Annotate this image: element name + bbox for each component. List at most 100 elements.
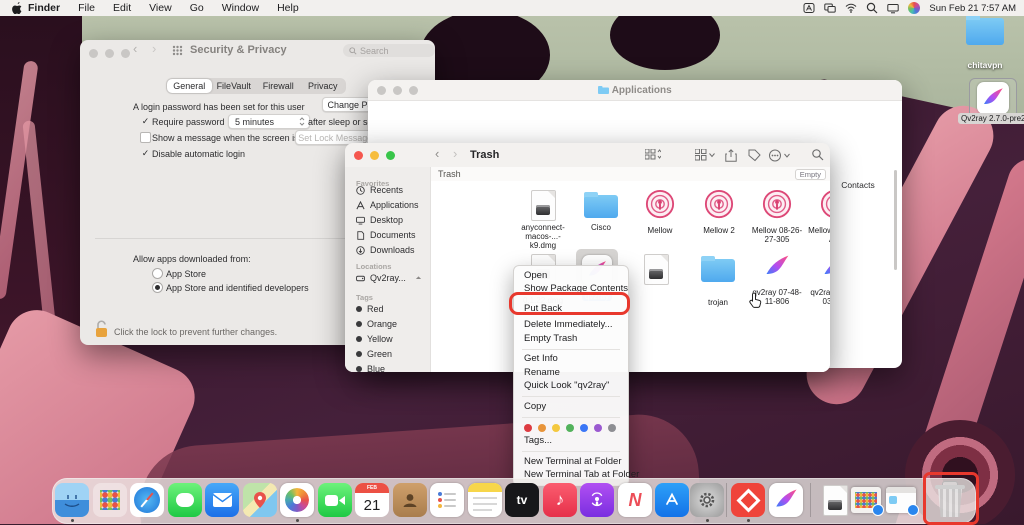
file-item[interactable]: [627, 253, 685, 285]
zoom-button[interactable]: [386, 151, 395, 160]
menu-window[interactable]: Window: [222, 2, 259, 14]
view-options-icon[interactable]: [695, 149, 715, 161]
displays-icon[interactable]: [824, 2, 836, 14]
interval-dropdown[interactable]: 5 minutes: [228, 114, 310, 129]
show-message-checkbox[interactable]: [140, 132, 151, 143]
more-actions-icon[interactable]: [769, 149, 791, 162]
sidebar-item-documents[interactable]: Documents: [356, 230, 416, 240]
window-controls[interactable]: [354, 151, 395, 160]
dock-facetime-icon[interactable]: [318, 483, 352, 517]
dock-qv2ray-icon[interactable]: [769, 483, 803, 517]
file-item[interactable]: Mellow 2: [690, 189, 748, 235]
tab-filevault[interactable]: FileVault: [212, 79, 257, 93]
menu-view[interactable]: View: [149, 2, 172, 14]
menu-item-tags[interactable]: Tags...: [514, 435, 628, 449]
menu-bar-clock[interactable]: Sun Feb 21 7:57 AM: [929, 3, 1016, 14]
menu-item-empty-trash[interactable]: Empty Trash: [514, 332, 628, 346]
group-sort-icon[interactable]: [645, 149, 661, 161]
minimize-button[interactable]: [105, 49, 114, 58]
sidebar-tag-yellow[interactable]: Yellow: [356, 334, 393, 344]
display-mirroring-icon[interactable]: [887, 2, 899, 14]
dock-minimized-window-finder[interactable]: [886, 487, 916, 513]
app-label[interactable]: Contacts: [828, 180, 888, 190]
menu-item-copy[interactable]: Copy: [514, 400, 628, 414]
input-menu-icon[interactable]: [803, 2, 815, 14]
menu-item-quick-look[interactable]: Quick Look "qv2ray": [514, 380, 628, 394]
dock-launchpad-icon[interactable]: [93, 483, 127, 517]
search-field[interactable]: Search: [343, 44, 435, 57]
menu-item-get-info[interactable]: Get Info: [514, 353, 628, 367]
dock-safari-icon[interactable]: [130, 483, 164, 517]
desktop-icon-label[interactable]: chitavpn: [955, 60, 1015, 70]
forward-button[interactable]: ›: [152, 43, 156, 55]
tag-gray[interactable]: [608, 424, 616, 432]
sidebar-tag-red[interactable]: Red: [356, 304, 384, 314]
menu-file[interactable]: File: [78, 2, 95, 14]
siri-icon[interactable]: [908, 2, 920, 14]
minimize-button[interactable]: [370, 151, 379, 160]
tab-general[interactable]: General: [167, 79, 212, 93]
tag-orange[interactable]: [538, 424, 546, 432]
tag-red[interactable]: [524, 424, 532, 432]
menu-item-open[interactable]: Open: [514, 269, 628, 283]
zoom-button[interactable]: [121, 49, 130, 58]
dock-notes-icon[interactable]: [468, 483, 502, 517]
tag-green[interactable]: [566, 424, 574, 432]
dock-minimized-window-apps[interactable]: [851, 487, 881, 513]
sidebar-item-desktop[interactable]: Desktop: [356, 215, 403, 225]
unlocked-padlock-icon[interactable]: [94, 320, 109, 338]
dock-tv-icon[interactable]: tv: [505, 483, 539, 517]
sidebar-tag-green[interactable]: Green: [356, 349, 392, 359]
file-item[interactable]: Mellow 08-26-27-305: [748, 189, 806, 244]
dock-podcasts-icon[interactable]: [580, 483, 614, 517]
tag-blue[interactable]: [580, 424, 588, 432]
share-icon[interactable]: [725, 149, 737, 162]
show-all-icon[interactable]: [172, 45, 183, 56]
file-item[interactable]: Mellow 8.31.26 AM: [806, 189, 830, 244]
menu-go[interactable]: Go: [190, 2, 204, 14]
sidebar-item-downloads[interactable]: Downloads: [356, 245, 415, 255]
file-item[interactable]: Cisco: [572, 189, 630, 232]
menu-edit[interactable]: Edit: [113, 2, 131, 14]
close-button[interactable]: [89, 49, 98, 58]
sidebar-item-qv2ray-volume[interactable]: Qv2ray...: [356, 273, 422, 283]
tag-yellow[interactable]: [552, 424, 560, 432]
dock-calendar-icon[interactable]: FEB21: [355, 483, 389, 517]
back-button[interactable]: ‹: [435, 148, 439, 160]
radio-app-store[interactable]: [152, 268, 163, 279]
require-password-checkbox[interactable]: ✓: [140, 116, 151, 127]
app-menu-finder[interactable]: Finder: [28, 2, 60, 14]
menu-help[interactable]: Help: [277, 2, 299, 14]
back-button[interactable]: ‹: [133, 43, 137, 55]
dock-app-store-icon[interactable]: [655, 483, 689, 517]
tag-purple[interactable]: [594, 424, 602, 432]
close-button[interactable]: [354, 151, 363, 160]
forward-button[interactable]: ›: [453, 148, 457, 160]
file-item[interactable]: qv2ray 07-50-03-692: [806, 253, 830, 306]
sidebar-item-recents[interactable]: Recents: [356, 185, 403, 195]
dock-mail-icon[interactable]: [205, 483, 239, 517]
radio-identified[interactable]: [152, 282, 163, 293]
dock-photos-icon[interactable]: [280, 483, 314, 517]
dock-music-icon[interactable]: ♪: [543, 483, 577, 517]
window-controls[interactable]: [89, 49, 130, 58]
desktop-icon-label-selected[interactable]: Qv2ray 2.7.0-pre2: [958, 113, 1024, 124]
empty-trash-button[interactable]: Empty: [795, 169, 826, 180]
tab-privacy[interactable]: Privacy: [301, 79, 346, 93]
dock-system-preferences-icon[interactable]: [690, 483, 724, 517]
dock-anydesk-icon[interactable]: [731, 483, 765, 517]
menu-item-rename[interactable]: Rename: [514, 366, 628, 380]
tab-firewall[interactable]: Firewall: [256, 79, 301, 93]
desktop-icon-chitavpn[interactable]: [966, 18, 1004, 45]
file-item[interactable]: anyconnect-macos-...-k9.dmg: [514, 189, 572, 251]
menu-item-delete-immediately[interactable]: Delete Immediately...: [514, 319, 628, 333]
dock-maps-icon[interactable]: [243, 483, 277, 517]
sidebar-item-applications[interactable]: Applications: [356, 200, 419, 210]
eject-icon[interactable]: [415, 275, 422, 282]
apple-logo-icon[interactable]: [12, 2, 22, 14]
file-item[interactable]: Mellow: [631, 189, 689, 235]
disable-login-checkbox[interactable]: ✓: [140, 148, 151, 159]
scrollbar[interactable]: [894, 170, 897, 270]
dock-messages-icon[interactable]: [168, 483, 202, 517]
spotlight-icon[interactable]: [866, 2, 878, 14]
